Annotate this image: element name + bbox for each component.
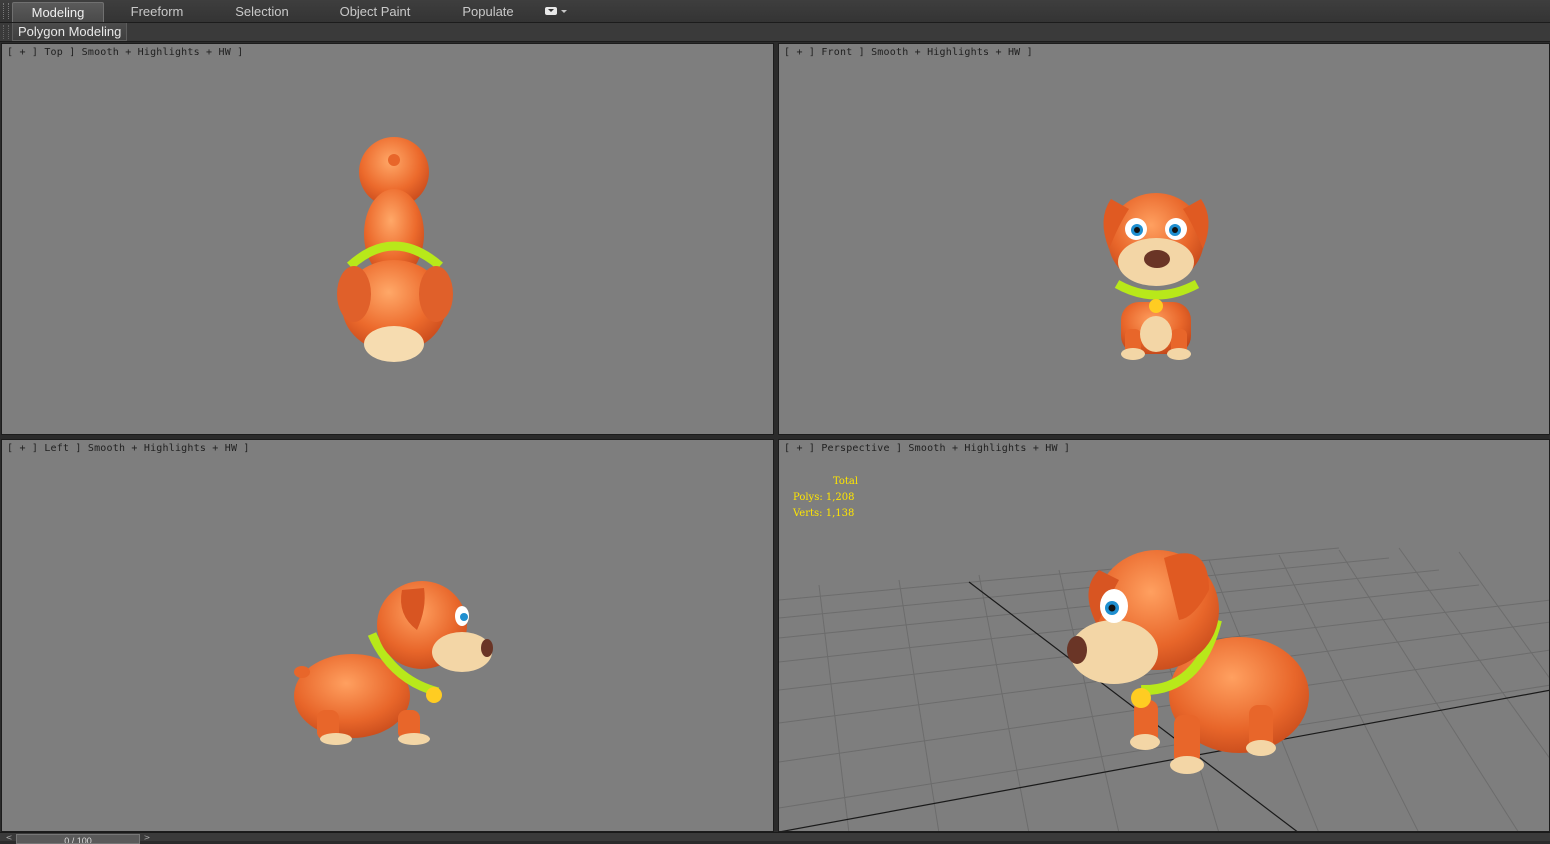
- dog-ear-right-top: [419, 266, 453, 322]
- ribbon-options-dropdown-icon[interactable]: [543, 5, 569, 18]
- dog-paw-persp-3: [1246, 740, 1276, 756]
- ribbon-grip-handle[interactable]: [3, 3, 9, 19]
- dog-pupil-right: [1172, 227, 1178, 233]
- viewport-front[interactable]: [ + ] Front ] Smooth + Highlights + HW ]: [778, 43, 1550, 435]
- grid-axis-line-2: [781, 689, 1549, 831]
- tab-populate[interactable]: Populate: [446, 2, 530, 21]
- viewport-left[interactable]: [ + ] Left ] Smooth + Highlights + HW ]: [1, 439, 774, 832]
- dog-nose-front: [1144, 250, 1170, 268]
- dog-pupil-left: [1134, 227, 1140, 233]
- dog-paw-left: [1121, 348, 1145, 360]
- ribbon-tab-bar: Modeling Freeform Selection Object Paint…: [0, 0, 1550, 23]
- perspective-scene: [779, 547, 1549, 831]
- dog-paw-persp-2: [1170, 756, 1204, 774]
- dog-paw-right: [1167, 348, 1191, 360]
- dog-front-paw: [398, 733, 430, 745]
- dog-bell-persp: [1131, 688, 1151, 708]
- viewport-perspective[interactable]: [ + ] Perspective ] Smooth + Highlights …: [778, 439, 1550, 832]
- panel-grip-handle[interactable]: [3, 25, 9, 39]
- options-box-icon: [545, 7, 557, 15]
- ribbon-panel-bar: Polygon Modeling: [0, 23, 1550, 42]
- dog-tail-left: [294, 666, 310, 678]
- dog-paw-persp-1: [1130, 734, 1160, 750]
- tab-freeform[interactable]: Freeform: [113, 2, 201, 21]
- dog-chest-front: [1140, 316, 1172, 352]
- dog-model-left-view: [294, 581, 493, 745]
- dog-tail-tip: [388, 154, 400, 166]
- chevron-down-icon: [561, 10, 567, 13]
- dog-ear-left-top: [337, 266, 371, 322]
- dog-pupil-left-persp: [1108, 604, 1116, 612]
- dog-bell-front: [1149, 299, 1163, 313]
- dog-model-front-view: [1103, 193, 1209, 360]
- dog-muzzle-top: [364, 326, 424, 362]
- tab-selection[interactable]: Selection: [218, 2, 306, 21]
- viewport-top[interactable]: [ + ] Top ] Smooth + Highlights + HW ]: [1, 43, 774, 435]
- tab-object-paint[interactable]: Object Paint: [328, 2, 422, 21]
- time-slider[interactable]: 0 / 100: [16, 834, 140, 844]
- dog-nose-left: [481, 639, 493, 657]
- polygon-modeling-panel-button[interactable]: Polygon Modeling: [12, 23, 128, 41]
- dog-bell-left: [426, 687, 442, 703]
- dog-nose-persp: [1067, 636, 1087, 664]
- dog-back-paw: [320, 733, 352, 745]
- dog-model-top-view: [337, 137, 453, 362]
- dog-iris-left-side: [460, 613, 468, 621]
- tab-modeling[interactable]: Modeling: [12, 2, 104, 22]
